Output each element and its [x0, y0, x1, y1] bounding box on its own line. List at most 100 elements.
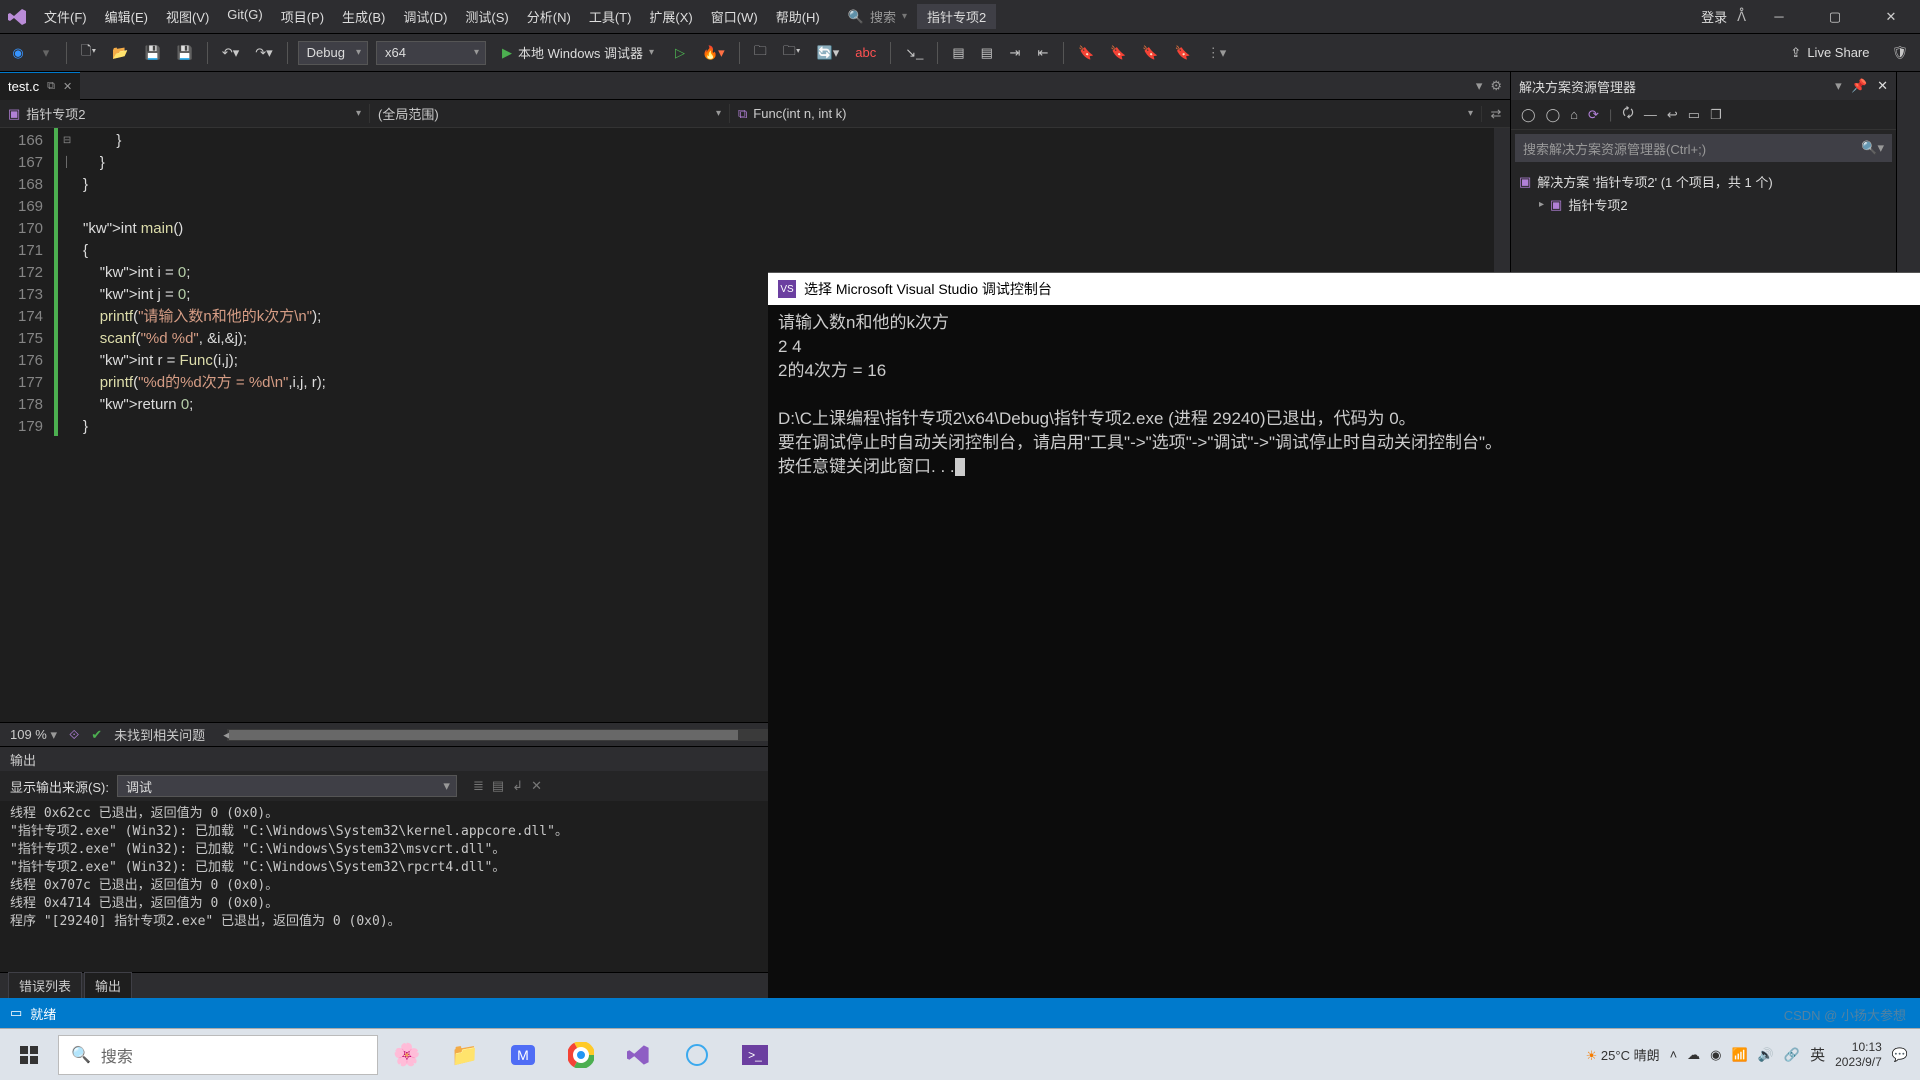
taskbar-app-chrome[interactable] [552, 1029, 610, 1080]
pin-icon[interactable]: ⧉ [47, 80, 55, 93]
output-icon[interactable]: ▭ [10, 1005, 22, 1021]
file-tab-test-c[interactable]: test.c ⧉ ✕ [0, 72, 80, 100]
debug-console-window[interactable]: VS 选择 Microsoft Visual Studio 调试控制台 请输入数… [768, 272, 1920, 998]
home-icon[interactable]: ⌂ [1570, 107, 1578, 122]
overflow-icon[interactable]: ⋮▾ [1203, 41, 1231, 65]
step-button[interactable]: ↘_ [901, 41, 927, 65]
tray-disc-icon[interactable]: ◉ [1710, 1047, 1721, 1063]
output-toggle-button[interactable]: ▤ [492, 778, 504, 794]
zoom-dropdown[interactable]: 109 % [10, 727, 57, 743]
comment-button[interactable]: ▤ [948, 41, 968, 65]
new-project-button[interactable]: 🗋▾ [77, 41, 100, 65]
taskbar-app-visualstudio[interactable] [610, 1029, 668, 1080]
bookmark3-button[interactable]: 🔖 [1138, 41, 1162, 65]
tab-dropdown-icon[interactable]: ▾ [1476, 78, 1483, 94]
admin-icon[interactable]: 🛡 [1887, 41, 1912, 65]
tray-ime[interactable]: 英 [1810, 1044, 1825, 1065]
save-button[interactable]: 💾 [140, 41, 164, 65]
window-maximize-button[interactable]: ▢ [1812, 2, 1858, 32]
panel-pin-icon[interactable]: 📌 [1851, 78, 1867, 93]
refresh-icon[interactable]: 🗘 [1622, 104, 1634, 126]
tab-error-list[interactable]: 错误列表 [8, 972, 82, 998]
nav-back-button[interactable]: ◉ [8, 41, 28, 65]
output-wrap-button[interactable]: ↲ [512, 778, 523, 794]
menu-tools[interactable]: 工具(T) [581, 3, 640, 30]
weather-widget[interactable]: ☀ 25°C 晴朗 [1586, 1045, 1660, 1064]
start-debugging-button[interactable]: ▶ 本地 Windows 调试器 ▾ [494, 41, 662, 65]
tray-notifications-icon[interactable]: 💬 [1892, 1047, 1908, 1063]
undo-button[interactable]: ↶▾ [218, 41, 243, 65]
open-file-button[interactable]: 📂 [108, 41, 132, 65]
login-link[interactable]: 登录 [1701, 7, 1727, 26]
taskbar-app-explorer[interactable]: 📁 [436, 1029, 494, 1080]
close-icon[interactable]: ✕ [63, 80, 72, 93]
nav-fwd-icon[interactable]: ◯ [1546, 107, 1561, 123]
browse-button[interactable]: 🗀 [750, 41, 771, 65]
output-clear-button[interactable]: ≣ [473, 778, 484, 794]
nav-fwd-button[interactable]: ▾ [36, 41, 56, 65]
menu-test[interactable]: 测试(S) [457, 3, 516, 30]
menu-git[interactable]: Git(G) [219, 3, 270, 30]
solution-tree[interactable]: ▣ 解决方案 '指针专项2' (1 个项目，共 1 个) ▸ ▣ 指针专项2 [1511, 166, 1896, 220]
menu-extensions[interactable]: 扩展(X) [641, 3, 700, 30]
tab-settings-icon[interactable]: ⚙ [1490, 78, 1502, 94]
menu-file[interactable]: 文件(F) [36, 3, 95, 30]
console-output[interactable]: 请输入数n和他的k次方 2 4 2的4次方 = 16 D:\C上课编程\指针专项… [768, 305, 1920, 485]
taskbar-app-circle[interactable] [668, 1029, 726, 1080]
taskbar-search[interactable]: 🔍 搜索 [58, 1035, 378, 1075]
solution-root-node[interactable]: ▣ 解决方案 '指针专项2' (1 个项目，共 1 个) [1519, 170, 1888, 193]
live-share-button[interactable]: ⇪ Live Share [1780, 45, 1879, 61]
nav-back-icon[interactable]: ◯ [1521, 107, 1536, 123]
tray-onedrive-icon[interactable]: ☁ [1687, 1047, 1700, 1063]
output-clear2-button[interactable]: ✕ [531, 778, 542, 794]
bookmark4-button[interactable]: 🔖 [1171, 41, 1195, 65]
window-minimize-button[interactable]: ─ [1756, 2, 1802, 32]
swap-button[interactable]: ⇄ [1482, 106, 1510, 122]
tray-link-icon[interactable]: 🔗 [1784, 1047, 1800, 1063]
tray-chevron-icon[interactable]: ˄ [1670, 1047, 1678, 1062]
menu-build[interactable]: 生成(B) [334, 3, 393, 30]
nav-button[interactable]: 🗀▾ [779, 41, 805, 65]
chevron-right-icon[interactable]: ▸ [1539, 199, 1544, 210]
taskbar-app-widget[interactable]: 🌸 [378, 1029, 436, 1080]
bookmark2-button[interactable]: 🔖 [1106, 41, 1130, 65]
menu-analyze[interactable]: 分析(N) [519, 3, 579, 30]
menu-view[interactable]: 视图(V) [158, 3, 217, 30]
solution-platform-dropdown[interactable]: x64 [376, 41, 486, 65]
solution-config-dropdown[interactable]: Debug [298, 41, 368, 65]
properties-icon[interactable]: ▭ [1688, 107, 1700, 123]
menu-debug[interactable]: 调试(D) [395, 3, 455, 30]
sync-icon[interactable]: ⟳ [1588, 107, 1599, 123]
start-without-debug-button[interactable]: ▷ [670, 41, 690, 65]
taskbar-app-terminal[interactable]: >_ [726, 1029, 784, 1080]
project-node[interactable]: ▸ ▣ 指针专项2 [1519, 193, 1888, 216]
menu-project[interactable]: 项目(P) [273, 3, 332, 30]
console-titlebar[interactable]: VS 选择 Microsoft Visual Studio 调试控制台 [768, 273, 1920, 305]
solution-search[interactable]: 搜索解决方案资源管理器(Ctrl+;) 🔍▾ [1515, 134, 1892, 162]
scope-function-dropdown[interactable]: ⧉ Func(int n, int k) [730, 106, 1482, 122]
scope-project-dropdown[interactable]: ▣ 指针专项2 [0, 104, 370, 123]
showall-icon[interactable]: ↩ [1667, 107, 1678, 123]
overflow-button[interactable]: abc [851, 41, 880, 65]
tab-output[interactable]: 输出 [84, 972, 132, 998]
start-button[interactable] [0, 1029, 58, 1080]
bookmark-button[interactable]: 🔖 [1074, 41, 1098, 65]
active-project-pill[interactable]: 指针专项2 [917, 4, 996, 29]
redo-button[interactable]: ↷▾ [251, 41, 276, 65]
menu-help[interactable]: 帮助(H) [768, 3, 828, 30]
user-icon[interactable]: ᐰ [1737, 9, 1746, 25]
panel-close-icon[interactable]: ✕ [1877, 78, 1888, 93]
indent-button[interactable]: ⇥ [1005, 41, 1025, 65]
menu-window[interactable]: 窗口(W) [703, 3, 766, 30]
copy-icon[interactable]: ❐ [1710, 107, 1722, 123]
window-close-button[interactable]: ✕ [1868, 2, 1914, 32]
health-icon[interactable]: ⟐ [69, 727, 79, 743]
hot-reload-button[interactable]: 🔥▾ [698, 41, 729, 65]
output-source-dropdown[interactable]: 调试 [117, 775, 457, 797]
uncomment-button[interactable]: ▤ [977, 41, 997, 65]
scope-global-dropdown[interactable]: (全局范围) [370, 104, 730, 123]
panel-dropdown-icon[interactable]: ▾ [1835, 78, 1842, 93]
taskbar-app-m[interactable]: M [494, 1029, 552, 1080]
outdent-button[interactable]: ⇤ [1033, 41, 1053, 65]
menu-edit[interactable]: 编辑(E) [97, 3, 156, 30]
